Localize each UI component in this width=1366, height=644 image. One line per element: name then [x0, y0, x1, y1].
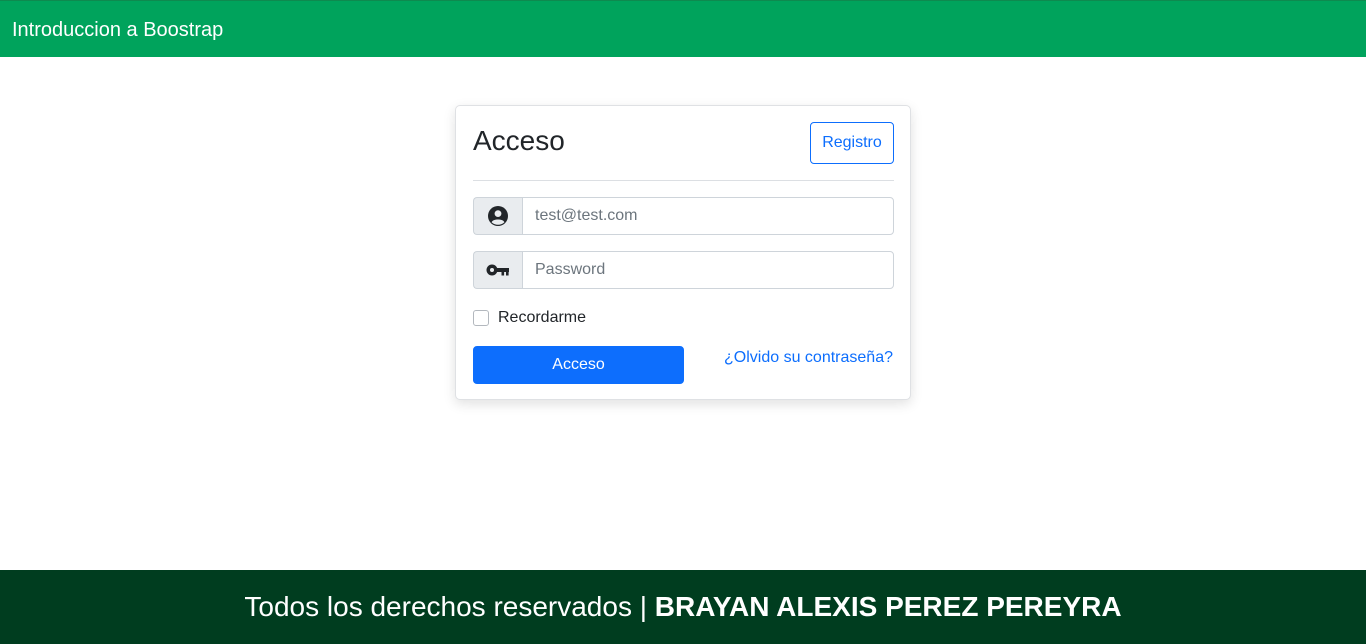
remember-checkbox[interactable]	[473, 310, 489, 326]
footer-author: BRAYAN ALEXIS PEREZ PEREYRA	[654, 591, 1122, 622]
email-addon	[473, 197, 522, 235]
register-button[interactable]: Registro	[810, 122, 894, 164]
password-input-group	[473, 251, 894, 289]
password-addon	[473, 251, 522, 289]
key-icon	[486, 264, 509, 276]
footer-text: Todos los derechos reservados | BRAYAN A…	[244, 591, 1121, 623]
email-input-group	[473, 197, 894, 235]
password-field[interactable]	[522, 251, 894, 289]
email-field[interactable]	[522, 197, 894, 235]
footer: Todos los derechos reservados | BRAYAN A…	[0, 570, 1366, 644]
navbar: Introduccion a Boostrap	[0, 0, 1366, 57]
login-submit-button[interactable]: Acceso	[473, 346, 684, 384]
card-title: Acceso	[473, 125, 565, 156]
remember-row: Recordarme	[473, 308, 586, 328]
user-circle-icon	[488, 206, 508, 226]
divider	[473, 180, 894, 181]
navbar-brand[interactable]: Introduccion a Boostrap	[12, 18, 223, 42]
footer-rights: Todos los derechos reservados |	[244, 591, 655, 622]
remember-label[interactable]: Recordarme	[498, 309, 586, 327]
forgot-password-link[interactable]: ¿Olvido su contraseña?	[724, 348, 893, 368]
login-card: Acceso Registro Recordarme Acces	[455, 105, 911, 400]
